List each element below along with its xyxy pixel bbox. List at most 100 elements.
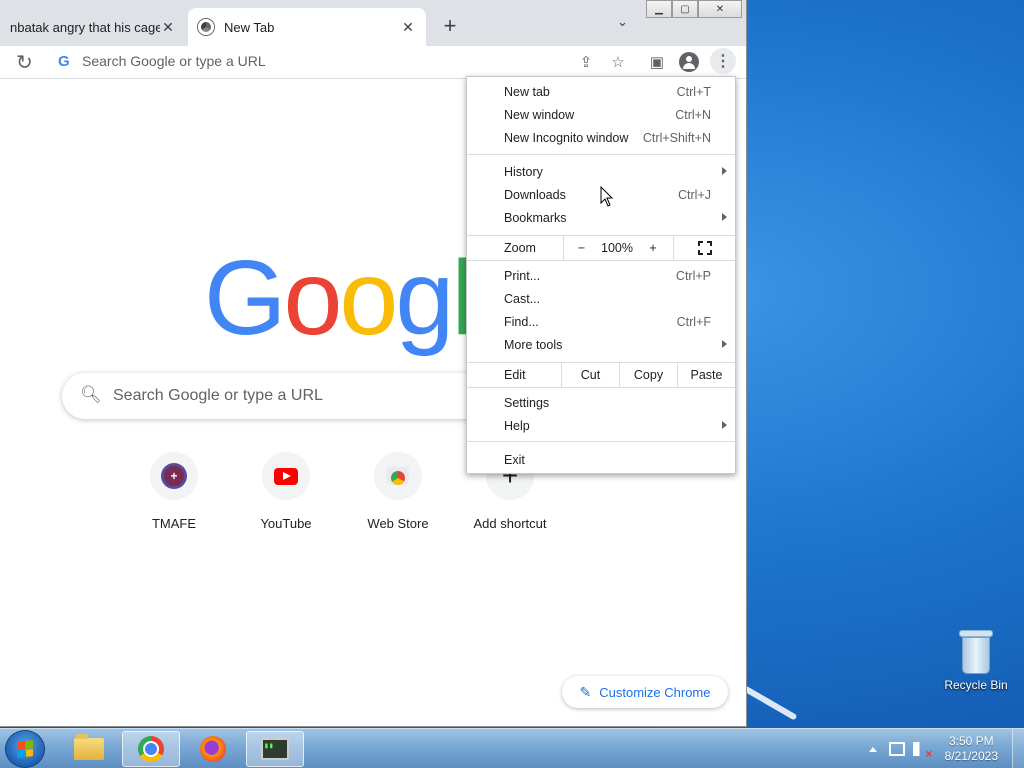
menu-item-history[interactable]: History [467, 161, 735, 184]
menu-item-new-incognito-window[interactable]: New Incognito window Ctrl+Shift+N [467, 127, 735, 150]
network-icon[interactable] [888, 742, 905, 756]
chrome-menu-button[interactable]: ⋮ [710, 48, 736, 74]
window-controls: ▁ ▢ ✕ [646, 0, 742, 18]
shortcut-tmafe[interactable]: + TMAFE [118, 452, 230, 531]
menu-item-label: More tools [504, 338, 563, 352]
menu-item-settings[interactable]: Settings [467, 392, 735, 415]
menu-item-new-window[interactable]: New window Ctrl+N [467, 104, 735, 127]
profile-icon[interactable] [679, 52, 699, 72]
zoom-out-button[interactable]: − [563, 236, 599, 260]
menu-item-label: New window [504, 108, 575, 122]
shortcut-label: YouTube [260, 516, 312, 531]
cut-button[interactable]: Cut [561, 363, 619, 387]
close-tab-icon[interactable]: ✕ [400, 19, 416, 36]
menu-item-help[interactable]: Help [467, 415, 735, 438]
omnibox[interactable]: G Search Google or type a URL [48, 48, 608, 76]
volume-muted-icon[interactable] [912, 742, 933, 760]
menu-item-find[interactable]: Find... Ctrl+F [467, 311, 735, 334]
menu-item-exit[interactable]: Exit [467, 449, 735, 472]
shortcut-youtube[interactable]: YouTube [230, 452, 342, 531]
side-panel-icon[interactable]: ▣ [647, 52, 667, 72]
start-button[interactable] [6, 731, 44, 767]
taskbar-chrome[interactable] [122, 731, 180, 767]
taskbar-explorer[interactable] [60, 731, 118, 767]
menu-separator [467, 441, 735, 442]
close-tab-icon[interactable]: ✕ [160, 19, 176, 36]
menu-item-label: Print... [504, 269, 541, 283]
shortcut-web-store[interactable]: Web Store [342, 452, 454, 531]
menu-separator [467, 387, 735, 388]
menu-item-shortcut: Ctrl+J [678, 188, 711, 202]
bookmark-star-icon[interactable]: ☆ [608, 52, 628, 72]
recycle-bin[interactable]: Recycle Bin [940, 630, 1012, 692]
paste-label: Paste [690, 368, 723, 382]
zoom-value: 100% [601, 241, 633, 255]
menu-row-edit: Edit Cut Copy Paste [467, 363, 735, 387]
menu-item-print[interactable]: Print... Ctrl+P [467, 265, 735, 288]
menu-row-zoom: Zoom − 100% + [467, 236, 735, 260]
tab-inactive[interactable]: nbatak angry that his cage is ✕ [0, 8, 186, 46]
menu-item-cast[interactable]: Cast... [467, 288, 735, 311]
menu-item-label: Find... [504, 315, 539, 329]
menu-item-more-tools[interactable]: More tools [467, 334, 735, 357]
show-desktop-button[interactable] [1012, 729, 1024, 768]
tab-strip: nbatak angry that his cage is ✕ New Tab … [0, 0, 746, 46]
ntp-search-placeholder: Search Google or type a URL [113, 387, 323, 404]
clock[interactable]: 3:50 PM 8/21/2023 [945, 734, 998, 764]
taskbar-terminal[interactable]: ▮▮ [246, 731, 304, 767]
chrome-favicon-icon [198, 19, 214, 35]
new-tab-button[interactable]: + [438, 13, 462, 39]
menu-item-label: New Incognito window [504, 131, 629, 145]
reload-icon[interactable]: ↻ [16, 50, 33, 75]
close-window-button[interactable]: ✕ [698, 0, 742, 18]
shortcut-label: Web Store [367, 516, 429, 531]
shortcut-tile [374, 452, 422, 500]
paste-button[interactable]: Paste [677, 363, 735, 387]
menu-item-shortcut: Ctrl+T [676, 85, 711, 99]
wallpaper-streak [742, 685, 798, 721]
menu-item-label: Settings [504, 396, 550, 410]
menu-item-bookmarks[interactable]: Bookmarks [467, 207, 735, 230]
chrome-app-menu: New tab Ctrl+T New window Ctrl+N New Inc… [466, 76, 736, 474]
show-hidden-icons-icon[interactable] [868, 746, 877, 752]
web-store-icon [387, 467, 409, 485]
minimize-button[interactable]: ▁ [646, 0, 672, 18]
submenu-arrow-icon [722, 167, 727, 175]
customize-chrome-button[interactable]: ✎ Customize Chrome [562, 676, 728, 708]
copy-label: Copy [633, 368, 664, 382]
recycle-bin-icon [959, 630, 993, 674]
pencil-icon: ✎ [579, 683, 592, 700]
menu-item-new-tab[interactable]: New tab Ctrl+T [467, 81, 735, 104]
fullscreen-icon [697, 241, 712, 255]
tab-search-chevron-icon[interactable]: ⌄ [617, 14, 628, 30]
maximize-button[interactable]: ▢ [672, 0, 698, 18]
toolbar: ↻ G Search Google or type a URL ⇪ ☆ ▣ ⋮ [0, 46, 746, 79]
menu-item-label: Exit [504, 453, 525, 467]
clock-time: 3:50 PM [948, 734, 994, 748]
tab-active[interactable]: New Tab ✕ [188, 8, 426, 46]
share-icon[interactable]: ⇪ [576, 52, 596, 72]
shortcut-label: TMAFE [151, 516, 197, 531]
cut-label: Cut [580, 368, 601, 382]
tab-title: nbatak angry that his cage is [10, 19, 160, 35]
menu-item-shortcut: Ctrl+P [675, 269, 711, 283]
submenu-arrow-icon [722, 340, 727, 348]
youtube-icon [274, 467, 298, 485]
zoom-in-button[interactable]: + [635, 236, 671, 260]
menu-item-label: Edit [504, 368, 526, 382]
tmafe-icon: + [164, 466, 184, 486]
menu-item-label: Cast... [504, 292, 541, 306]
fullscreen-button[interactable] [673, 236, 735, 260]
menu-item-shortcut: Ctrl+N [675, 108, 711, 122]
menu-item-label: New tab [504, 85, 550, 99]
menu-item-shortcut: Ctrl+F [676, 315, 711, 329]
copy-button[interactable]: Copy [619, 363, 677, 387]
taskbar: ▮▮ 3:50 PM 8/21/2023 [0, 728, 1024, 768]
firefox-icon [200, 736, 226, 762]
clock-date: 8/21/2023 [944, 749, 998, 763]
omnibox-placeholder: Search Google or type a URL [82, 53, 266, 69]
taskbar-firefox[interactable] [184, 731, 242, 767]
folder-icon [74, 734, 104, 760]
menu-separator [467, 154, 735, 155]
menu-item-label: History [504, 165, 543, 179]
